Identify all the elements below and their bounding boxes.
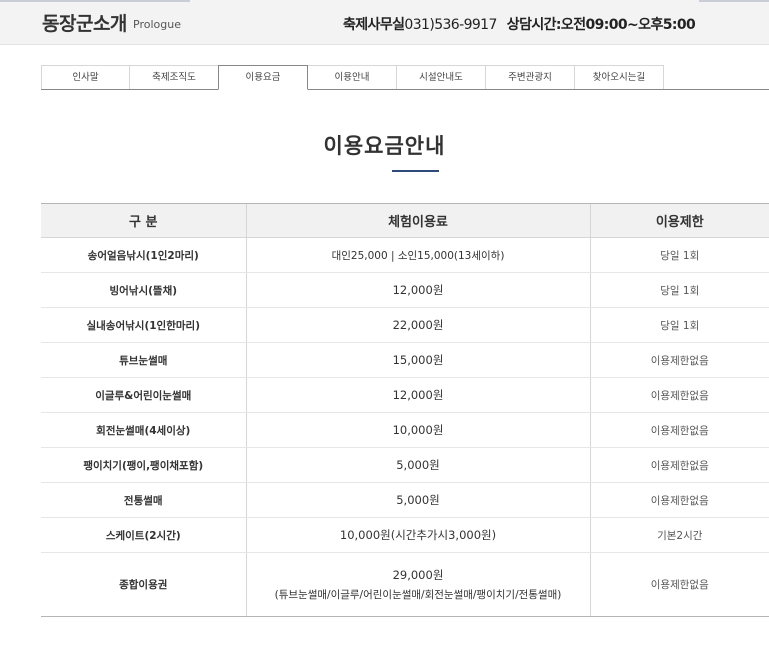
top-header-bar: 동장군소개 Prologue 축제사무실031)536-9917 상담시간:오전0… (0, 0, 769, 45)
office-label: 축제사무실 (343, 17, 405, 33)
tab-facility-map[interactable]: 시설안내도 (396, 65, 486, 89)
activity-fee-note: (튜브눈썰매/이글루/어린이눈썰매/회전눈썰매/팽이치기/전통썰매) (274, 589, 562, 601)
activity-limit: 기본2시간 (589, 517, 769, 553)
activity-name: 실내송어낚시(1인한마리) (41, 307, 246, 343)
activity-name: 튜브눈썰매 (41, 342, 246, 378)
activity-name: 팽이치기(팽이,팽이채포함) (41, 447, 246, 483)
activity-fee: 5,000원 (245, 482, 590, 518)
activity-limit: 이용제한없음 (589, 447, 769, 483)
activity-fee-cell: 29,000원 (튜브눈썰매/이글루/어린이눈썰매/회전눈썰매/팽이치기/전통썰… (245, 552, 590, 617)
table-row: 스케이트(2시간) 10,000원(시간추가시3,000원) 기본2시간 (41, 517, 769, 553)
tab-directions[interactable]: 찾아오시는길 (574, 65, 664, 89)
activity-limit: 당일 1회 (589, 237, 769, 273)
table-row: 실내송어낚시(1인한마리) 22,000원 당일 1회 (41, 307, 769, 343)
activity-name: 회전눈썰매(4세이상) (41, 412, 246, 448)
activity-name: 전통썰매 (41, 482, 246, 518)
sub-nav-tabs: 인사말 축제조직도 이용요금 이용안내 시설안내도 주변관광지 찾아오시는길 (41, 65, 769, 90)
activity-fee: 10,000원(시간추가시3,000원) (245, 517, 590, 553)
table-row: 팽이치기(팽이,팽이채포함) 5,000원 이용제한없음 (41, 447, 769, 483)
activity-name: 송어얼음낚시(1인2마리) (41, 237, 246, 273)
activity-fee: 12,000원 (245, 272, 590, 308)
column-header-fee: 체험이용료 (245, 203, 590, 238)
header-accent-line (0, 0, 190, 2)
table-row: 종합이용권 29,000원 (튜브눈썰매/이글루/어린이눈썰매/회전눈썰매/팽이… (41, 552, 769, 617)
tab-greeting[interactable]: 인사말 (41, 65, 130, 89)
activity-fee: 12,000원 (245, 377, 590, 413)
tab-fees[interactable]: 이용요금 (218, 65, 308, 90)
table-row: 이글루&어린이눈썰매 12,000원 이용제한없음 (41, 377, 769, 413)
activity-limit: 이용제한없음 (589, 342, 769, 378)
tab-usage-guide[interactable]: 이용안내 (307, 65, 397, 89)
tab-organization[interactable]: 축제조직도 (129, 65, 219, 89)
table-row: 회전눈썰매(4세이상) 10,000원 이용제한없음 (41, 412, 769, 448)
fee-table: 구 분 체험이용료 이용제한 송어얼음낚시(1인2마리) 대인25,000 | … (41, 203, 769, 617)
activity-fee: 29,000원 (392, 568, 444, 582)
activity-limit: 당일 1회 (589, 307, 769, 343)
activity-fee: 대인25,000 | 소인15,000(13세이하) (245, 237, 590, 273)
page-heading: 이용요금안내 (323, 134, 446, 158)
activity-fee: 15,000원 (245, 342, 590, 378)
activity-limit: 이용제한없음 (589, 377, 769, 413)
activity-limit: 당일 1회 (589, 272, 769, 308)
activity-limit: 이용제한없음 (589, 482, 769, 518)
column-header-limit: 이용제한 (589, 203, 769, 238)
activity-limit: 이용제한없음 (589, 412, 769, 448)
office-phone: 031)536-9917 (404, 17, 497, 33)
column-header-category: 구 분 (41, 203, 246, 238)
header-accent-line-right (699, 0, 769, 2)
activity-fee: 10,000원 (245, 412, 590, 448)
tab-nearby-attractions[interactable]: 주변관광지 (485, 65, 575, 89)
activity-fee: 22,000원 (245, 307, 590, 343)
heading-underline (392, 170, 439, 172)
section-title: 동장군소개 (42, 13, 127, 35)
activity-fee: 5,000원 (245, 447, 590, 483)
contact-info: 축제사무실031)536-9917 상담시간:오전09:00~오후5:00 (343, 14, 696, 34)
table-row: 튜브눈썰매 15,000원 이용제한없음 (41, 342, 769, 378)
consult-hours: 상담시간:오전09:00~오후5:00 (506, 17, 696, 33)
activity-name: 이글루&어린이눈썰매 (41, 377, 246, 413)
table-header-row: 구 분 체험이용료 이용제한 (41, 203, 769, 238)
activity-name: 종합이용권 (41, 552, 246, 617)
activity-limit: 이용제한없음 (589, 552, 769, 617)
section-subtitle: Prologue (133, 18, 181, 31)
table-row: 송어얼음낚시(1인2마리) 대인25,000 | 소인15,000(13세이하)… (41, 237, 769, 273)
table-row: 전통썰매 5,000원 이용제한없음 (41, 482, 769, 518)
table-row: 빙어낚시(뜰채) 12,000원 당일 1회 (41, 272, 769, 308)
activity-name: 스케이트(2시간) (41, 517, 246, 553)
activity-name: 빙어낚시(뜰채) (41, 272, 246, 308)
